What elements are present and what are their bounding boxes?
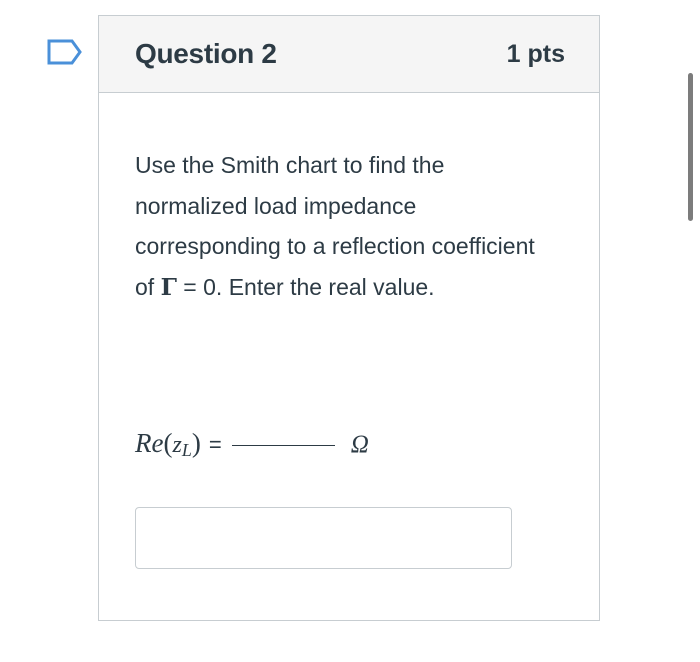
answer-formula: Re ( z L ) = Ω (135, 428, 369, 460)
formula-re: Re (135, 428, 164, 458)
question-card: Question 2 1 pts Use the Smith chart to … (98, 15, 600, 621)
question-points: 1 pts (506, 39, 565, 68)
formula-close-paren: ) (191, 428, 201, 458)
formula-z: z (172, 432, 182, 458)
flag-question-icon[interactable] (47, 39, 83, 65)
formula-subscript: L (181, 440, 192, 460)
question-text-after: = 0. Enter the real value. (176, 273, 435, 300)
question-header: Question 2 1 pts (99, 16, 599, 93)
formula-equals: = (208, 432, 222, 457)
formula-blank-line (231, 444, 335, 446)
question-text: Use the Smith chart to find the normaliz… (135, 145, 555, 308)
formula-unit-ohm: Ω (350, 431, 369, 458)
question-title: Question 2 (135, 38, 277, 69)
gamma-symbol: Γ (160, 273, 177, 301)
answer-input[interactable] (135, 507, 512, 569)
page-scrollbar[interactable] (688, 73, 693, 221)
